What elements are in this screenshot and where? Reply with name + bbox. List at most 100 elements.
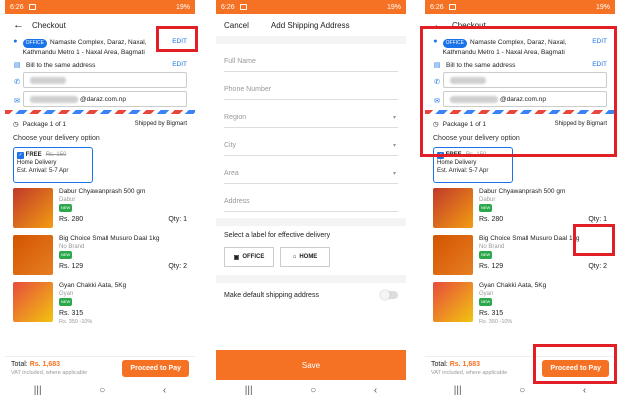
status-bar: 6:26 19% xyxy=(216,0,406,14)
item-price: Rs. 129 xyxy=(479,263,504,270)
item-name: Gyan Chakki Aata, 5Kg xyxy=(479,282,547,289)
full-name-field[interactable]: Full Name xyxy=(224,44,398,72)
recent-apps-icon[interactable]: ||| xyxy=(245,385,253,396)
status-bar: 6:26 19% xyxy=(425,0,615,14)
shipping-address-screen: 6:26 19% Cancel Add Shipping Address Ful… xyxy=(216,0,406,400)
save-button[interactable]: Save xyxy=(216,350,406,380)
vat-note: VAT included, where applicable xyxy=(431,369,508,376)
check-icon: ✓ xyxy=(17,152,24,159)
area-label: Area xyxy=(224,170,239,177)
item-badge: NEW xyxy=(479,298,493,306)
proceed-to-pay-button[interactable]: Proceed to Pay xyxy=(122,360,189,377)
product-image xyxy=(433,235,473,275)
area-select[interactable]: Area ▾ xyxy=(224,156,398,184)
list-item: Gyan Chakki Aata, 5Kg Gyan NEW Rs. 315 Rs. 3… xyxy=(425,279,615,326)
item-name: Dabur Chyawanprash 500 gm xyxy=(479,188,566,195)
page-title: Add Shipping Address xyxy=(270,20,350,30)
delivery-option-card[interactable]: ✓ FREE Rs. 150 Home Delivery Est. Arrival… xyxy=(13,147,93,183)
battery-level: 19% xyxy=(386,3,401,11)
item-brand: Gyan xyxy=(59,291,74,297)
back-icon[interactable]: ‹ xyxy=(583,385,586,396)
default-address-toggle[interactable] xyxy=(380,290,398,300)
recent-apps-icon[interactable]: ||| xyxy=(34,385,42,396)
product-image xyxy=(13,188,53,228)
delivery-type: Home Delivery xyxy=(17,160,57,166)
item-badge: NEW xyxy=(479,251,493,259)
total-amount: Rs. 1,683 xyxy=(449,360,481,368)
notification-icon xyxy=(448,4,456,10)
bill-icon: ▤ xyxy=(13,62,21,69)
item-price: Rs. 280 xyxy=(479,216,504,223)
list-item: Dabur Chyawanprash 500 gm Dabur NEW Rs. 280… xyxy=(5,185,195,232)
edit-bill-link[interactable]: EDIT xyxy=(172,61,187,68)
home-icon[interactable]: ○ xyxy=(310,385,316,396)
total-label: Total: xyxy=(11,360,28,368)
item-price: Rs. 315 xyxy=(59,310,84,317)
full-name-label: Full Name xyxy=(224,58,256,65)
item-old-price: Rs. 350 -10% xyxy=(479,319,513,325)
app-bar: Cancel Add Shipping Address xyxy=(216,14,406,36)
battery-level: 19% xyxy=(175,3,190,11)
home-label-button[interactable]: ⌂ HOME xyxy=(280,247,330,267)
product-image xyxy=(433,188,473,228)
notification-icon xyxy=(239,4,247,10)
office-label-button[interactable]: ▣ OFFICE xyxy=(224,247,274,267)
system-navbar: ||| ○ ‹ xyxy=(5,380,195,400)
default-address-label: Make default shipping address xyxy=(224,291,319,299)
label-prompt: Select a label for effective delivery xyxy=(224,232,331,239)
battery-level: 19% xyxy=(595,3,610,11)
product-image xyxy=(13,235,53,275)
chevron-down-icon: ▾ xyxy=(392,171,396,177)
item-qty: Qty: 2 xyxy=(588,263,607,270)
briefcase-icon: ▣ xyxy=(233,254,240,261)
notification-icon xyxy=(28,4,36,10)
back-icon[interactable]: ‹ xyxy=(163,385,166,396)
home-icon[interactable]: ○ xyxy=(99,385,105,396)
item-qty: Qty: 2 xyxy=(168,263,187,270)
city-label: City xyxy=(224,142,237,149)
email-suffix: @daraz.com.np xyxy=(80,96,126,103)
location-pin-icon: ● xyxy=(13,38,18,45)
city-select[interactable]: City ▾ xyxy=(224,128,398,156)
item-qty: Qty: 1 xyxy=(588,216,607,223)
highlight-qty xyxy=(573,224,615,256)
address-field[interactable]: Address xyxy=(224,184,398,212)
home-icon[interactable]: ○ xyxy=(519,385,525,396)
delivery-arrival: Est. Arrival: 5-7 Apr xyxy=(437,168,489,174)
email-blurred xyxy=(30,96,78,103)
item-badge: NEW xyxy=(59,251,73,259)
email-icon: ✉ xyxy=(14,98,20,105)
recent-apps-icon[interactable]: ||| xyxy=(454,385,462,396)
delivery-old-price: Rs. 150 xyxy=(45,152,67,158)
highlight-edit xyxy=(156,26,198,52)
phone-number-field[interactable]: Phone Number xyxy=(224,72,398,100)
page-title: Checkout xyxy=(32,20,66,30)
item-brand: Gyan xyxy=(479,291,494,297)
phone-field[interactable] xyxy=(23,72,187,88)
checkout-screen-1: 6:26 19% ← Checkout ● OFFICE Namaste Comp… xyxy=(5,0,195,400)
vat-note: VAT included, where applicable xyxy=(11,369,88,376)
list-item: Gyan Chakki Aata, 5Kg Gyan NEW Rs. 315 Rs. 3… xyxy=(5,279,195,326)
checkout-bar: Total: Rs. 1,683 VAT included, where appl… xyxy=(5,356,195,380)
package-label: Package 1 of 1 xyxy=(22,120,67,128)
product-image xyxy=(13,282,53,322)
item-name: Gyan Chakki Aata, 5Kg xyxy=(59,282,127,289)
chevron-down-icon: ▾ xyxy=(392,115,396,121)
region-select[interactable]: Region ▾ xyxy=(224,100,398,128)
delivery-arrival: Est. Arrival: 5-7 Apr xyxy=(17,168,69,174)
cancel-button[interactable]: Cancel xyxy=(224,21,249,30)
phone-icon: ✆ xyxy=(14,79,20,86)
email-field[interactable]: @daraz.com.np xyxy=(23,91,187,107)
house-icon: ⌂ xyxy=(292,254,297,260)
list-item: Big Choice Small Musuro Daal 1kg No Brand… xyxy=(5,232,195,279)
delivery-prompt: Choose your delivery option xyxy=(13,135,100,142)
back-icon[interactable]: ‹ xyxy=(374,385,377,396)
total-label: Total: xyxy=(431,360,448,368)
status-bar: 6:26 19% xyxy=(5,0,195,14)
highlight-address-block xyxy=(420,26,617,157)
back-arrow-icon[interactable]: ← xyxy=(13,19,24,31)
item-price: Rs. 315 xyxy=(479,310,504,317)
chevron-down-icon: ▾ xyxy=(392,143,396,149)
item-price: Rs. 280 xyxy=(59,216,84,223)
package-row: ◷ Package 1 of 1 Shipped by Bigmart xyxy=(5,116,195,132)
